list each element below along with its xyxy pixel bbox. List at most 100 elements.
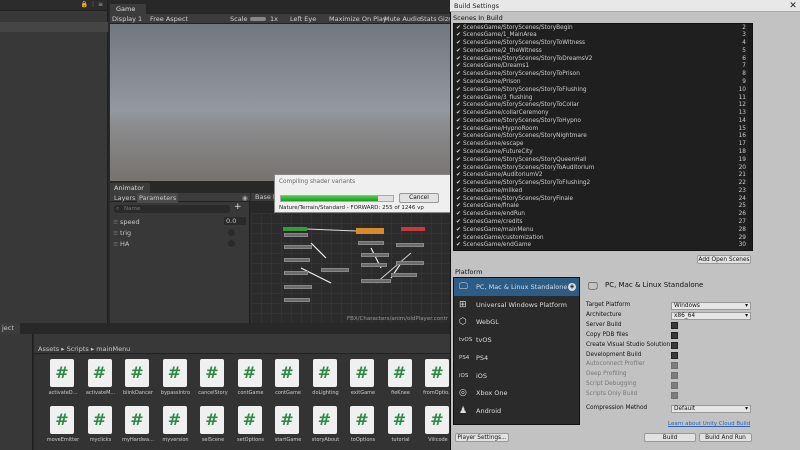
scene-row[interactable]: ✔ ScenesGame/StoryScenes/StoryToHypno 14	[454, 118, 750, 126]
aspect-dropdown[interactable]: Free Aspect	[150, 14, 188, 24]
scene-row[interactable]: ✔ ScenesGame/customization 29	[454, 235, 750, 243]
checkmark-icon[interactable]: ✔	[456, 227, 461, 235]
checkmark-icon[interactable]: ✔	[456, 118, 461, 126]
state-node[interactable]	[396, 243, 424, 247]
script-asset[interactable]: # selScene	[198, 406, 228, 448]
platform-item[interactable]: ♟ Android	[454, 402, 579, 420]
add-parameter-button[interactable]: +	[234, 202, 242, 212]
script-asset[interactable]: # doLighting	[311, 359, 341, 401]
scenes-list[interactable]: ✔ ScenesGame/StoryScenes/StoryBegin 2 ✔ S…	[453, 23, 753, 251]
setting-select[interactable]: x86_64 ▾	[671, 311, 751, 320]
close-icon[interactable]: ✕	[786, 0, 800, 12]
checkmark-icon[interactable]: ✔	[456, 157, 461, 165]
checkmark-icon[interactable]: ✔	[456, 56, 461, 64]
hierarchy-selected-row[interactable]	[0, 22, 108, 32]
state-node[interactable]	[284, 271, 308, 275]
scene-row[interactable]: ✔ ScenesGame/FutureCity 18	[454, 149, 750, 157]
script-asset[interactable]: # tutorial	[386, 406, 416, 448]
checkmark-icon[interactable]: ✔	[456, 48, 461, 56]
platform-item[interactable]: ⬡ WebGL	[454, 313, 579, 331]
compression-select[interactable]: Default ▾	[671, 405, 751, 413]
checkmark-icon[interactable]: ✔	[456, 110, 461, 118]
state-node[interactable]	[361, 263, 387, 267]
layers-tab[interactable]: Layers	[114, 194, 136, 202]
project-folder-tree[interactable]	[0, 334, 33, 450]
checkmark-icon[interactable]: ✔	[456, 188, 461, 196]
checkmark-icon[interactable]: ✔	[456, 235, 461, 243]
add-open-scenes-button[interactable]: Add Open Scenes	[697, 255, 751, 264]
checkmark-icon[interactable]: ✔	[456, 242, 461, 250]
script-asset[interactable]: # cancelStory	[198, 359, 228, 401]
script-asset[interactable]: # contGame	[273, 359, 303, 401]
checkmark-icon[interactable]: ✔	[456, 63, 461, 71]
cancel-button[interactable]: Cancel	[399, 193, 439, 203]
state-node[interactable]	[361, 279, 391, 283]
state-node[interactable]	[396, 261, 424, 265]
script-asset[interactable]: # Viiicode	[423, 406, 453, 448]
tab-animator[interactable]: Animator	[110, 183, 150, 193]
parameter-row[interactable]: ≡ speed 0.0	[110, 217, 250, 226]
setting-checkbox[interactable]	[671, 352, 678, 359]
scene-row[interactable]: ✔ ScenesGame/StoryScenes/StoryQueenHall …	[454, 157, 750, 165]
scene-row[interactable]: ✔ ScenesGame/1_MainArea 3	[454, 32, 750, 40]
script-asset[interactable]: # toOptions	[348, 406, 378, 448]
scene-row[interactable]: ✔ ScenesGame/StoryScenes/StoryToDreamsV2…	[454, 56, 750, 64]
platform-list[interactable]: 🖵 PC, Mac & Linux Standalone ⊞ Universal …	[453, 277, 580, 425]
scene-row[interactable]: ✔ ScenesGame/Dreams1 7	[454, 63, 750, 71]
state-node[interactable]	[391, 273, 417, 277]
drag-handle-icon[interactable]: ≡	[113, 218, 118, 226]
scene-row[interactable]: ✔ ScenesGame/milked 23	[454, 188, 750, 196]
breadcrumb-scripts[interactable]: Scripts	[67, 345, 89, 353]
parameter-trigger[interactable]	[228, 229, 235, 236]
setting-checkbox[interactable]	[671, 361, 678, 369]
scene-row[interactable]: ✔ ScenesGame/Prison 9	[454, 79, 750, 87]
script-asset[interactable]: # activateD...	[48, 359, 78, 401]
breadcrumb-mainmenu[interactable]: mainMenu	[96, 345, 130, 353]
setting-select[interactable]: Windows ▾	[671, 302, 751, 310]
scene-row[interactable]: ✔ ScenesGame/StoryScenes/StoryBegin 2	[454, 25, 750, 33]
build-button[interactable]: Build	[644, 433, 696, 442]
drag-handle-icon[interactable]: ≡	[113, 240, 118, 248]
checkmark-icon[interactable]: ✔	[456, 149, 461, 157]
setting-checkbox[interactable]	[671, 391, 678, 399]
eye-icon[interactable]: ◉	[242, 194, 248, 202]
scene-row[interactable]: ✔ ScenesGame/collarCeremony 13	[454, 110, 750, 118]
breadcrumb-assets[interactable]: Assets	[38, 345, 59, 353]
state-node[interactable]	[284, 245, 312, 249]
checkmark-icon[interactable]: ✔	[456, 211, 461, 219]
checkmark-icon[interactable]: ✔	[456, 32, 461, 40]
scene-row[interactable]: ✔ ScenesGame/mainMenu 28	[454, 227, 750, 235]
scene-row[interactable]: ✔ ScenesGame/escape 17	[454, 141, 750, 149]
platform-item[interactable]: tvOS tvOS	[454, 331, 579, 349]
platform-item[interactable]: 🖵 PC, Mac & Linux Standalone	[454, 278, 579, 296]
script-asset[interactable]: # exitGame	[348, 359, 378, 401]
platform-item[interactable]: iOS iOS	[454, 367, 579, 385]
platform-item[interactable]: ◎ Xbox One	[454, 384, 579, 402]
scene-row[interactable]: ✔ ScenesGame/AuditoriumV2 21	[454, 172, 750, 180]
build-and-run-button[interactable]: Build And Run	[699, 433, 752, 442]
parameter-trigger[interactable]	[228, 240, 235, 247]
script-asset[interactable]: # contGame	[236, 359, 266, 401]
scene-row[interactable]: ✔ ScenesGame/StoryScenes/StoryToPrison 8	[454, 71, 750, 79]
script-asset[interactable]: # activateM...	[86, 359, 116, 401]
scene-row[interactable]: ✔ ScenesGame/StoryScenes/StoryToFlushing…	[454, 87, 750, 95]
scale-slider[interactable]	[250, 17, 266, 21]
checkmark-icon[interactable]: ✔	[456, 133, 461, 141]
parameter-row[interactable]: ≡ trig	[110, 228, 250, 237]
state-node[interactable]	[358, 241, 384, 245]
state-node[interactable]	[284, 233, 308, 237]
scene-row[interactable]: ✔ ScenesGame/HypnoRoom 15	[454, 126, 750, 134]
scene-row[interactable]: ✔ ScenesGame/StoryScenes/StoryToFlushing…	[454, 180, 750, 188]
script-asset[interactable]: # blinkDancer	[123, 359, 153, 401]
scene-row[interactable]: ✔ ScenesGame/3_flushing 11	[454, 95, 750, 103]
setting-checkbox[interactable]	[671, 332, 678, 340]
checkmark-icon[interactable]: ✔	[456, 87, 461, 95]
state-node[interactable]	[284, 258, 310, 262]
platform-item[interactable]: PS4 PS4	[454, 349, 579, 367]
platform-item[interactable]: ⊞ Universal Windows Platform	[454, 296, 579, 314]
checkmark-icon[interactable]: ✔	[456, 165, 461, 173]
checkmark-icon[interactable]: ✔	[456, 180, 461, 188]
scene-row[interactable]: ✔ ScenesGame/StoryScenes/StoryNightmare …	[454, 133, 750, 141]
state-node[interactable]	[321, 268, 349, 272]
tab-game[interactable]: Game	[110, 4, 146, 14]
